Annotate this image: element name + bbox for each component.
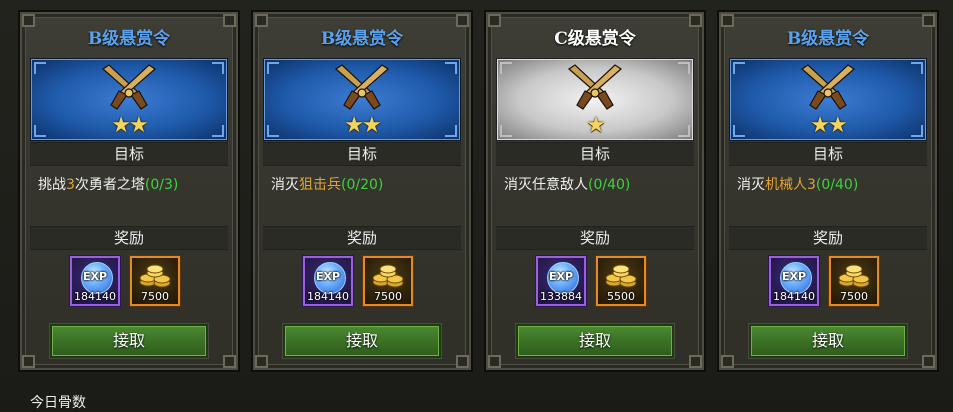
gold-value: 5500 — [607, 290, 635, 303]
goal-text: 挑战3次勇者之塔(0/3) — [38, 174, 230, 194]
accept-button[interactable]: 接取 — [283, 324, 441, 358]
frame-corner — [223, 355, 236, 368]
goal-header: 目标 — [496, 142, 694, 166]
goal-target: 3 — [66, 177, 75, 193]
crossed-pistols-icon — [568, 64, 622, 110]
goal-prefix: 消灭 — [271, 177, 299, 193]
goal-prefix: 挑战 — [38, 177, 66, 193]
gold-reward[interactable]: 7500 — [829, 256, 879, 306]
rank-banner: ★★ — [263, 58, 461, 141]
accept-button[interactable]: 接取 — [516, 324, 674, 358]
exp-value: 184140 — [307, 290, 349, 303]
rank-stars: ★★ — [810, 113, 847, 138]
exp-value: 184140 — [74, 290, 116, 303]
exp-value: 133884 — [540, 290, 582, 303]
rank-banner: ★★ — [30, 58, 228, 141]
goal-header: 目标 — [263, 142, 461, 166]
exp-label: EXP — [82, 270, 108, 283]
frame-corner — [255, 355, 268, 368]
goal-text: 消灭机械人3(0/40) — [737, 174, 929, 194]
exp-reward[interactable]: EXP 184140 — [303, 256, 353, 306]
rank-banner: ★★ — [729, 58, 927, 141]
bounty-card-1: B级悬赏令 ★★ 目标 挑战3次勇者之塔(0/3) 奖励 EXP 184140 — [18, 10, 240, 372]
gold-reward[interactable]: 7500 — [363, 256, 413, 306]
crossed-pistols-icon — [801, 64, 855, 110]
card-title: B级悬赏令 — [320, 29, 404, 49]
goal-progress: (0/20) — [341, 177, 384, 193]
goal-progress: (0/40) — [588, 177, 631, 193]
crossed-pistols-icon — [102, 64, 156, 110]
goal-prefix: 消灭任意敌人 — [504, 177, 588, 193]
frame-corner — [689, 355, 702, 368]
gold-coins-icon — [139, 264, 171, 288]
gold-reward[interactable]: 5500 — [596, 256, 646, 306]
goal-target: 机械人3 — [765, 177, 816, 193]
card-title: B级悬赏令 — [786, 29, 870, 49]
rank-stars: ★ — [586, 113, 606, 138]
bounty-card-2: B级悬赏令 ★★ 目标 消灭狙击兵(0/20) 奖励 EXP 184140 75… — [251, 10, 473, 372]
crossed-pistols-icon — [335, 64, 389, 110]
rank-stars: ★★ — [344, 113, 381, 138]
gold-value: 7500 — [141, 290, 169, 303]
gold-value: 7500 — [374, 290, 402, 303]
gold-coins-icon — [838, 264, 870, 288]
goal-prefix: 消灭 — [737, 177, 765, 193]
reward-header: 奖励 — [30, 226, 228, 250]
card-title: B级悬赏令 — [87, 29, 171, 49]
reward-list: EXP 184140 7500 — [253, 256, 471, 308]
exp-label: EXP — [548, 270, 574, 283]
reward-header: 奖励 — [263, 226, 461, 250]
frame-corner — [922, 355, 935, 368]
frame-corner — [488, 355, 501, 368]
exp-reward[interactable]: EXP 184140 — [70, 256, 120, 306]
reward-header: 奖励 — [729, 226, 927, 250]
goal-header: 目标 — [30, 142, 228, 166]
gold-reward[interactable]: 7500 — [130, 256, 180, 306]
gold-coins-icon — [605, 264, 637, 288]
footer-label: 今日骨数 — [30, 395, 86, 411]
exp-label: EXP — [315, 270, 341, 283]
card-title: C级悬赏令 — [554, 29, 636, 49]
exp-reward[interactable]: EXP 133884 — [536, 256, 586, 306]
rank-banner: ★ — [496, 58, 694, 141]
exp-value: 184140 — [773, 290, 815, 303]
frame-corner — [456, 355, 469, 368]
gold-coins-icon — [372, 264, 404, 288]
reward-list: EXP 184140 7500 — [719, 256, 937, 308]
frame-corner — [721, 355, 734, 368]
frame-corner — [22, 355, 35, 368]
rank-stars: ★★ — [111, 113, 148, 138]
accept-button[interactable]: 接取 — [749, 324, 907, 358]
reward-list: EXP 133884 5500 — [486, 256, 704, 308]
exp-reward[interactable]: EXP 184140 — [769, 256, 819, 306]
reward-header: 奖励 — [496, 226, 694, 250]
goal-text: 消灭狙击兵(0/20) — [271, 174, 463, 194]
goal-suffix: 次勇者之塔 — [74, 177, 145, 193]
goal-header: 目标 — [729, 142, 927, 166]
reward-list: EXP 184140 7500 — [20, 256, 238, 308]
goal-target: 狙击兵 — [299, 177, 341, 193]
bounty-card-4: B级悬赏令 ★★ 目标 消灭机械人3(0/40) 奖励 EXP 184140 7… — [717, 10, 939, 372]
goal-progress: (0/40) — [815, 177, 859, 193]
exp-label: EXP — [781, 270, 807, 283]
gold-value: 7500 — [840, 290, 868, 303]
bounty-card-3: C级悬赏令 ★ 目标 消灭任意敌人(0/40) 奖励 EXP 133884 55… — [484, 10, 706, 372]
goal-progress: (0/3) — [144, 177, 179, 193]
goal-text: 消灭任意敌人(0/40) — [504, 174, 696, 194]
accept-button[interactable]: 接取 — [50, 324, 208, 358]
